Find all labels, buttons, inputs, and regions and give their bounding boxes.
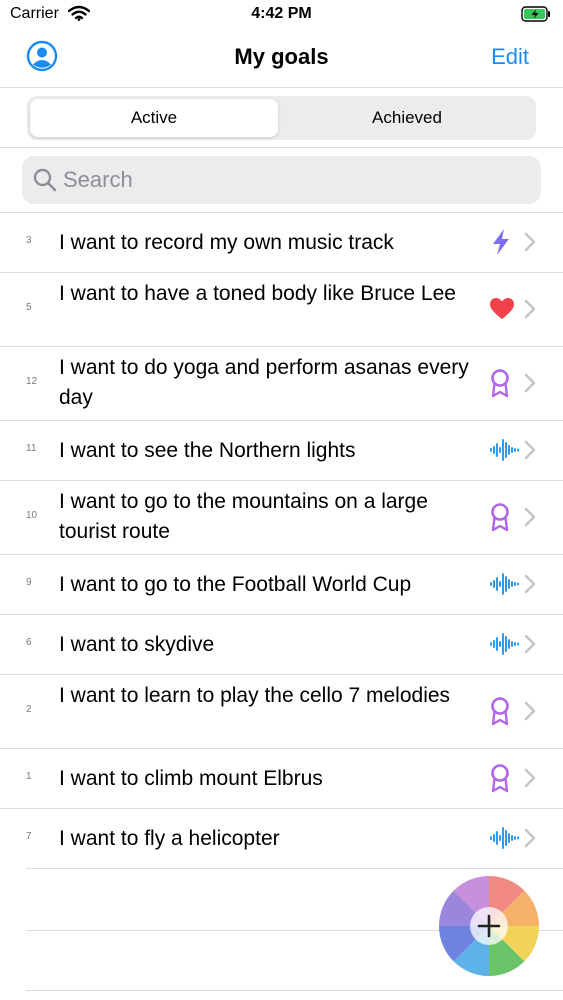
goal-row[interactable]: 10 I want to go to the mountains on a lar…	[0, 480, 563, 554]
search-input[interactable]: Search	[22, 156, 541, 204]
search-placeholder: Search	[63, 167, 133, 192]
goal-row[interactable]: 5 I want to have a toned body like Bruce …	[0, 272, 563, 346]
goal-text: I want to record my own music track	[59, 231, 394, 254]
chevron-right-icon	[524, 373, 536, 398]
goal-row[interactable]: 11 I want to see the Northern lights	[0, 420, 563, 480]
chevron-right-icon	[524, 768, 536, 793]
segmented-control: Active Achieved	[27, 96, 536, 140]
waveform-icon	[489, 632, 519, 661]
chevron-right-icon	[524, 440, 536, 465]
goal-text: I want to have a toned body like Bruce L…	[59, 282, 456, 305]
waveform-icon	[489, 438, 519, 467]
chevron-right-icon	[524, 232, 536, 257]
tab-achieved[interactable]: Achieved	[281, 99, 533, 137]
goal-text: I want to learn to play the cello 7 melo…	[59, 684, 451, 707]
tab-active[interactable]: Active	[30, 99, 278, 137]
goal-number: 1	[26, 771, 32, 782]
goal-row[interactable]: 12 I want to do yoga and perform asanas e…	[0, 346, 563, 420]
chevron-right-icon	[524, 574, 536, 599]
chevron-right-icon	[524, 507, 536, 532]
goal-row[interactable]: 2 I want to learn to play the cello 7 mel…	[0, 674, 563, 748]
goal-row[interactable]: 1 I want to climb mount Elbrus	[0, 748, 563, 808]
goal-text: I want to see the Northern lights	[59, 439, 356, 462]
segment-divider	[0, 147, 563, 148]
ribbon-icon	[489, 368, 511, 403]
ribbon-icon	[489, 696, 511, 731]
goal-number: 11	[26, 443, 37, 454]
chevron-right-icon	[524, 634, 536, 659]
goal-text: I want to go to the mountains on a large…	[59, 490, 428, 543]
list-end-divider	[26, 868, 563, 869]
goal-number: 6	[26, 637, 32, 648]
goal-number: 2	[26, 704, 32, 715]
lightning-icon	[489, 228, 513, 261]
clock-time: 4:42 PM	[251, 5, 312, 22]
add-goal-button[interactable]	[437, 874, 541, 978]
chevron-right-icon	[524, 828, 536, 853]
goal-text: I want to do yoga and perform asanas eve…	[59, 356, 469, 409]
goal-text: I want to fly a helicopter	[59, 827, 280, 850]
goal-row[interactable]: 3 I want to record my own music track	[0, 212, 563, 272]
goal-row[interactable]: 6 I want to skydive	[0, 614, 563, 674]
goal-row[interactable]: 7 I want to fly a helicopter	[0, 808, 563, 868]
goal-number: 12	[26, 376, 38, 387]
chevron-right-icon	[524, 299, 536, 324]
goal-number: 9	[26, 577, 32, 588]
page-title: My goals	[234, 44, 329, 69]
heart-icon	[489, 297, 515, 326]
waveform-icon	[489, 572, 519, 601]
ribbon-icon	[489, 763, 511, 798]
nav-bar: My goals Edit	[0, 30, 563, 86]
goal-text: I want to go to the Football World Cup	[59, 573, 412, 596]
empty-row-divider	[26, 990, 563, 991]
chevron-right-icon	[524, 701, 536, 726]
goal-list: 3 I want to record my own music track 5 I w…	[0, 212, 563, 869]
waveform-icon	[489, 826, 519, 855]
nav-divider	[0, 87, 563, 88]
goal-row[interactable]: 9 I want to go to the Football World Cup	[0, 554, 563, 614]
goal-text: I want to skydive	[59, 633, 215, 656]
goal-number: 3	[26, 235, 32, 246]
goal-number: 5	[26, 302, 32, 313]
goal-number: 7	[26, 831, 32, 842]
edit-button[interactable]: Edit	[491, 44, 529, 70]
status-bar: Carrier 4:42 PM	[0, 0, 563, 30]
battery-charging-icon	[521, 6, 551, 27]
search-icon	[32, 167, 58, 198]
ribbon-icon	[489, 502, 511, 537]
goal-number: 10	[26, 510, 38, 521]
goal-text: I want to climb mount Elbrus	[59, 767, 323, 790]
